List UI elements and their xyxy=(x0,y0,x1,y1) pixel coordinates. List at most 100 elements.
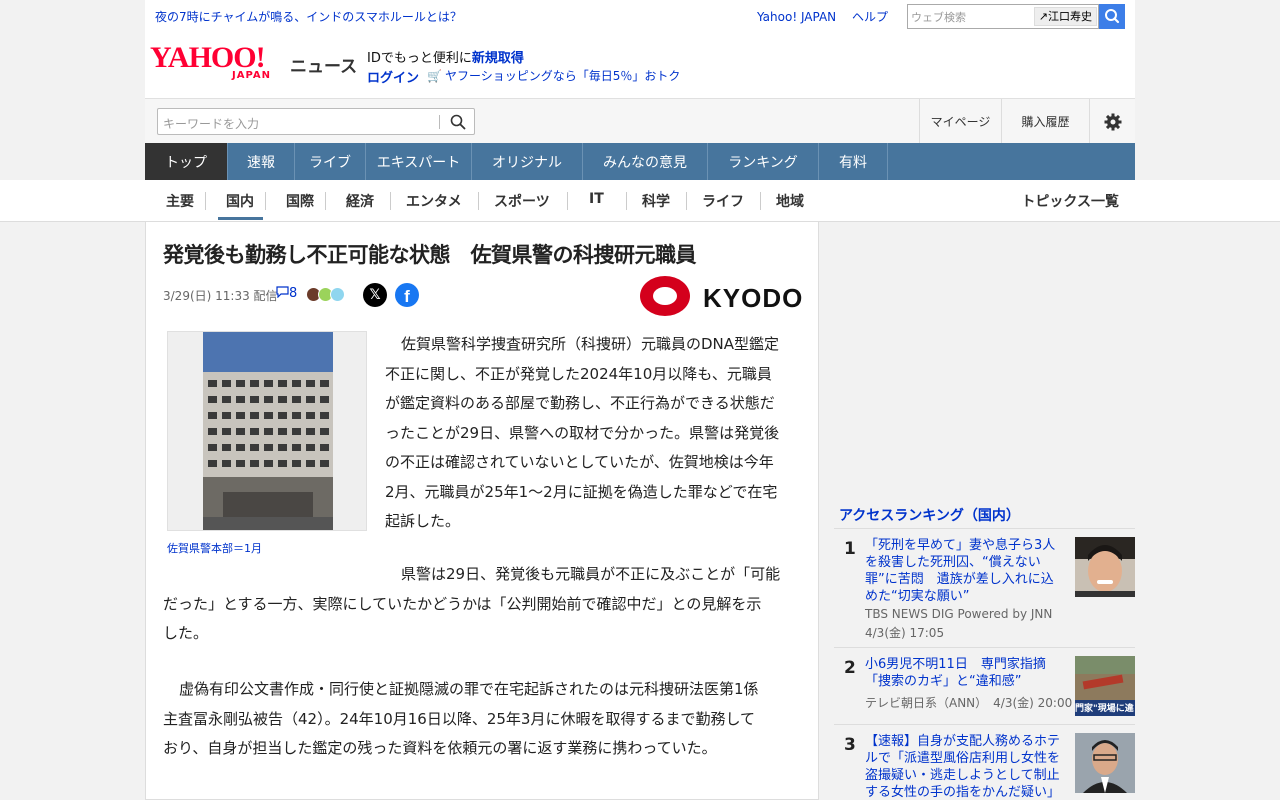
nav-ranking[interactable]: ランキング xyxy=(708,143,819,180)
category-divider xyxy=(686,192,687,210)
article-meta: 3/29(日) 11:33 配信 xyxy=(163,287,278,304)
ranking-item[interactable]: 3 【速報】自身が支配人務めるホテルで「派遣型風俗店利用し女性を盗撮疑い・逃走し… xyxy=(834,733,1135,800)
category-divider xyxy=(626,192,627,210)
ranking-title[interactable]: アクセスランキング（国内） xyxy=(839,505,1020,525)
nav-live[interactable]: ライブ xyxy=(295,143,366,180)
article-title: 発覚後も勤務し不正可能な状態 佐賀県警の科捜研元職員 xyxy=(163,243,697,267)
ranking-item[interactable]: 2 小6男児不明11日 専門家指摘「捜索のカギ」と“違和感” テレビ朝日系（AN… xyxy=(834,656,1135,716)
category-tab-main[interactable]: 主要 xyxy=(166,191,194,211)
paragraph-line: 虚偽有印公文書作成・同行使と証拠隠滅の罪で在宅起訴されたのは元科捜研法医第1係 xyxy=(179,680,759,698)
keyword-search-input[interactable]: キーワードを入力 xyxy=(157,108,475,135)
article-paragraph-2: 県警は29日、発覚後も元職員が不正に及ぶことが「可能 だった」とする一方、実際に… xyxy=(163,560,813,649)
comment-icon xyxy=(276,286,289,299)
paragraph-line: おり、自身が担当した鑑定の残った資料を依頼元の署に返す業務に携わっていた。 xyxy=(163,739,717,757)
person-photo-image xyxy=(1075,537,1135,597)
web-search-input[interactable]: ウェブ検索 ↗江口寿史 xyxy=(907,4,1099,29)
trend-icon: ↗ xyxy=(1038,10,1048,23)
article: 発覚後も勤務し不正可能な状態 佐賀県警の科捜研元職員 3/29(日) 11:33… xyxy=(145,222,819,800)
police-building-image xyxy=(203,332,333,530)
ranking-thumbnail[interactable]: 門家"現場に違 xyxy=(1075,656,1135,716)
category-divider xyxy=(478,192,479,210)
ranking-source: TBS NEWS DIG Powered by JNN xyxy=(865,607,1053,621)
ranking-divider xyxy=(834,724,1135,725)
nav-paid[interactable]: 有料 xyxy=(819,143,888,180)
nav-opinions[interactable]: みんなの意見 xyxy=(583,143,708,180)
web-search-button[interactable] xyxy=(1099,4,1125,29)
ranking-thumbnail[interactable] xyxy=(1075,733,1135,793)
share-facebook-button[interactable]: f xyxy=(395,283,419,307)
category-tab-local[interactable]: 地域 xyxy=(776,191,804,211)
ranking-number: 2 xyxy=(844,658,856,678)
comment-count: 8 xyxy=(289,286,298,301)
ranking-thumbnail[interactable] xyxy=(1075,537,1135,597)
facebook-icon: f xyxy=(404,287,410,306)
logo-yahoo: YAHOO! xyxy=(150,41,266,74)
search-icon xyxy=(1105,9,1120,24)
category-tab-it[interactable]: IT xyxy=(589,191,604,207)
paragraph-line: 不正に関し、不正が発覚した2024年10月以降も、元職員 xyxy=(385,364,772,383)
logo-news: ニュース xyxy=(290,57,358,77)
nav-expert[interactable]: エキスパート xyxy=(366,143,472,180)
register-link[interactable]: 新規取得 xyxy=(472,51,524,66)
comment-count-link[interactable]: 8 xyxy=(276,286,297,301)
reaction-faces[interactable] xyxy=(306,287,345,302)
keyword-search-button[interactable] xyxy=(450,114,466,134)
nav-top[interactable]: トップ xyxy=(145,143,228,180)
top-strip: 夜の7時にチャイムが鳴る、インドのスマホルールとは？ Yahoo! JAPAN … xyxy=(145,0,1135,32)
category-tab-entertainment[interactable]: エンタメ xyxy=(406,191,462,211)
category-divider xyxy=(760,192,761,210)
mypage-button[interactable]: マイページ xyxy=(919,99,1001,144)
ranking-headline[interactable]: 【速報】自身が支配人務めるホテルで「派遣型風俗店利用し女性を盗撮疑い・逃走しよう… xyxy=(865,733,1065,800)
settings-button[interactable] xyxy=(1089,99,1135,144)
ranking-divider xyxy=(834,528,1135,529)
paragraph-line: だった」とする一方、実際にしていたかどうかは「公判開始前で確認中だ」との見解を示 xyxy=(163,594,762,613)
paragraph-line: が鑑定資料のある部屋で勤務し、不正行為ができる状態だ xyxy=(385,394,775,412)
category-tab-economy[interactable]: 経済 xyxy=(346,191,374,211)
paragraph-line: 佐賀県警科学捜査研究所（科捜研）元職員のDNA型鑑定 xyxy=(401,335,780,353)
cart-icon: 🛒 xyxy=(427,69,442,83)
paragraph-line: 起訴した。 xyxy=(385,512,461,530)
ranking-source: テレビ朝日系（ANN） 4/3(金) 20:00 xyxy=(865,696,1073,710)
category-tab-sports[interactable]: スポーツ xyxy=(494,191,550,211)
search-bar-row: キーワードを入力 マイページ 購入履歴 xyxy=(145,98,1135,144)
thumbnail-caption: 門家"現場に違 xyxy=(1075,704,1134,714)
help-link[interactable]: ヘルプ xyxy=(852,10,888,24)
ranking-headline[interactable]: 「死刑を早めて」妻や息子ら3人を殺害した死刑囚、“償えない罪”に苦悶 遺族が差し… xyxy=(865,537,1065,605)
kyodo-logo[interactable]: KYODO xyxy=(639,274,802,322)
delivered-label: 配信 xyxy=(253,289,278,303)
yahoo-japan-link[interactable]: Yahoo! JAPAN xyxy=(757,10,836,24)
category-tab-domestic[interactable]: 国内 xyxy=(226,191,254,211)
paragraph-line: 県警は29日、発覚後も元職員が不正に及ぶことが「可能 xyxy=(401,565,781,583)
topics-list-link[interactable]: トピックス一覧 xyxy=(1021,191,1119,211)
ad-space xyxy=(834,222,1135,497)
category-divider xyxy=(567,192,568,210)
paragraph-line: ったことが29日、県警への取材で分かった。県警は発覚後 xyxy=(385,423,780,442)
purchase-history-button[interactable]: 購入履歴 xyxy=(1001,99,1089,144)
nav-breaking[interactable]: 速報 xyxy=(228,143,295,180)
shopping-promo-text: ヤフーショッピングなら「毎日5％」おトク xyxy=(444,69,681,83)
login-link[interactable]: ログイン xyxy=(367,67,419,86)
promo-link[interactable]: 夜の7時にチャイムが鳴る、インドのスマホルールとは？ xyxy=(155,8,462,25)
ranking-number: 1 xyxy=(844,539,856,559)
category-tab-science[interactable]: 科学 xyxy=(642,191,670,211)
active-tab-indicator xyxy=(218,217,263,220)
article-paragraph-1: 佐賀県警科学捜査研究所（科捜研）元職員のDNA型鑑定 不正に関し、不正が発覚した… xyxy=(385,330,779,537)
search-suggest-button[interactable]: ↗江口寿史 xyxy=(1033,7,1097,26)
ranking-item[interactable]: 1 「死刑を早めて」妻や息子ら3人を殺害した死刑囚、“償えない罪”に苦悶 遺族が… xyxy=(834,537,1135,647)
category-divider xyxy=(390,192,391,210)
category-tab-life[interactable]: ライフ xyxy=(702,191,744,211)
yahoo-news-logo[interactable]: YAHOO! JAPAN ニュース xyxy=(150,41,357,82)
category-navigation: 主要 国内 国際 経済 エンタメ スポーツ IT 科学 ライフ 地域 トピックス… xyxy=(145,180,1135,222)
article-date: 3/29(日) 11:33 xyxy=(163,289,250,303)
main-navigation: トップ 速報 ライブ エキスパート オリジナル みんなの意見 ランキング 有料 xyxy=(145,143,1135,180)
ranking-headline[interactable]: 小6男児不明11日 専門家指摘「捜索のカギ」と“違和感” xyxy=(865,656,1065,690)
article-photo[interactable] xyxy=(167,331,367,531)
kyodo-wordmark: KYODO xyxy=(703,283,804,313)
category-divider xyxy=(265,192,266,210)
share-x-button[interactable]: 𝕏 xyxy=(363,283,387,307)
shopping-promo-link[interactable]: 🛒 ヤフーショッピングなら「毎日5％」おトク xyxy=(427,67,680,84)
category-tab-international[interactable]: 国際 xyxy=(286,191,314,211)
paragraph-line: の不正は確認されていないとしていたが、佐賀地検は今年 xyxy=(385,453,774,471)
nav-original[interactable]: オリジナル xyxy=(472,143,583,180)
search-suggest-label: 江口寿史 xyxy=(1048,10,1092,23)
